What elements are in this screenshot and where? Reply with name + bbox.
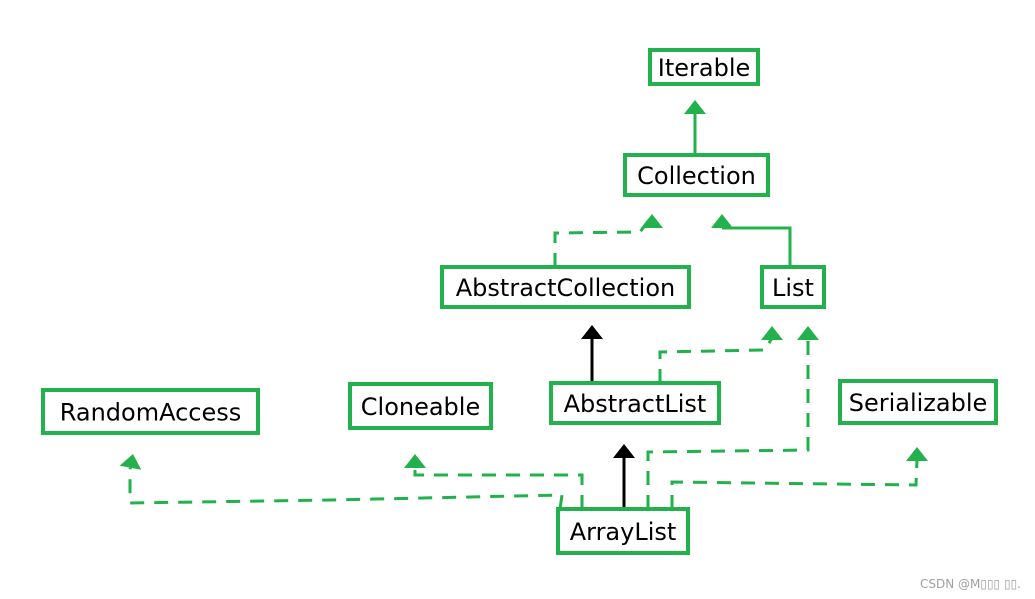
arrowhead-icon xyxy=(684,100,706,114)
arrowhead-icon xyxy=(797,326,819,340)
edge-line xyxy=(413,468,584,509)
node-label: RandomAccess xyxy=(60,399,242,427)
arrowhead-icon xyxy=(613,444,635,458)
arrowhead-icon xyxy=(404,454,426,468)
node-randomaccess: RandomAccess xyxy=(41,388,260,435)
edge-list-to-collection xyxy=(711,214,792,267)
node-abstractlist: AbstractList xyxy=(549,381,721,425)
node-collection: Collection xyxy=(623,153,770,197)
node-iterable: Iterable xyxy=(648,48,760,86)
arrowhead-icon xyxy=(119,454,142,470)
node-label: Collection xyxy=(637,162,756,190)
arrowhead-icon xyxy=(906,447,928,461)
node-label: List xyxy=(772,274,814,302)
node-label: AbstractList xyxy=(564,390,707,418)
node-label: AbstractCollection xyxy=(456,274,675,302)
node-label: ArrayList xyxy=(570,518,677,546)
edge-arraylist-to-abstractlist xyxy=(613,444,635,509)
watermark: CSDN @M▯▯▯ ▯▯. xyxy=(919,577,1021,591)
edge-line xyxy=(670,459,919,509)
node-label: Iterable xyxy=(658,54,751,82)
edge-abstractlist-to-abstractcollection xyxy=(581,325,603,383)
arrowhead-icon xyxy=(711,214,733,228)
arrowhead-icon xyxy=(761,326,783,340)
edge-arraylist-to-serializable xyxy=(670,447,928,509)
node-label: Serializable xyxy=(849,389,988,417)
edge-arraylist-to-randomaccess xyxy=(119,454,564,510)
edge-line xyxy=(128,467,564,510)
edge-line xyxy=(553,211,654,267)
arrowhead-icon xyxy=(641,214,663,228)
edge-abstractcollection-to-collection xyxy=(553,211,663,267)
node-cloneable: Cloneable xyxy=(348,382,493,430)
node-list: List xyxy=(760,265,826,309)
edge-line xyxy=(658,332,774,383)
arrowhead-icon xyxy=(581,325,603,339)
node-abstractcollection: AbstractCollection xyxy=(440,265,691,309)
node-label: Cloneable xyxy=(361,393,480,421)
edge-abstractlist-to-list xyxy=(658,326,783,383)
node-arraylist: ArrayList xyxy=(556,507,690,555)
edge-arraylist-to-cloneable xyxy=(404,454,584,509)
edge-line xyxy=(722,226,792,267)
edge-collection-to-iterable xyxy=(684,100,706,155)
node-serializable: Serializable xyxy=(838,379,998,425)
class-diagram: Iterable Collection AbstractCollection List… xyxy=(41,48,998,555)
